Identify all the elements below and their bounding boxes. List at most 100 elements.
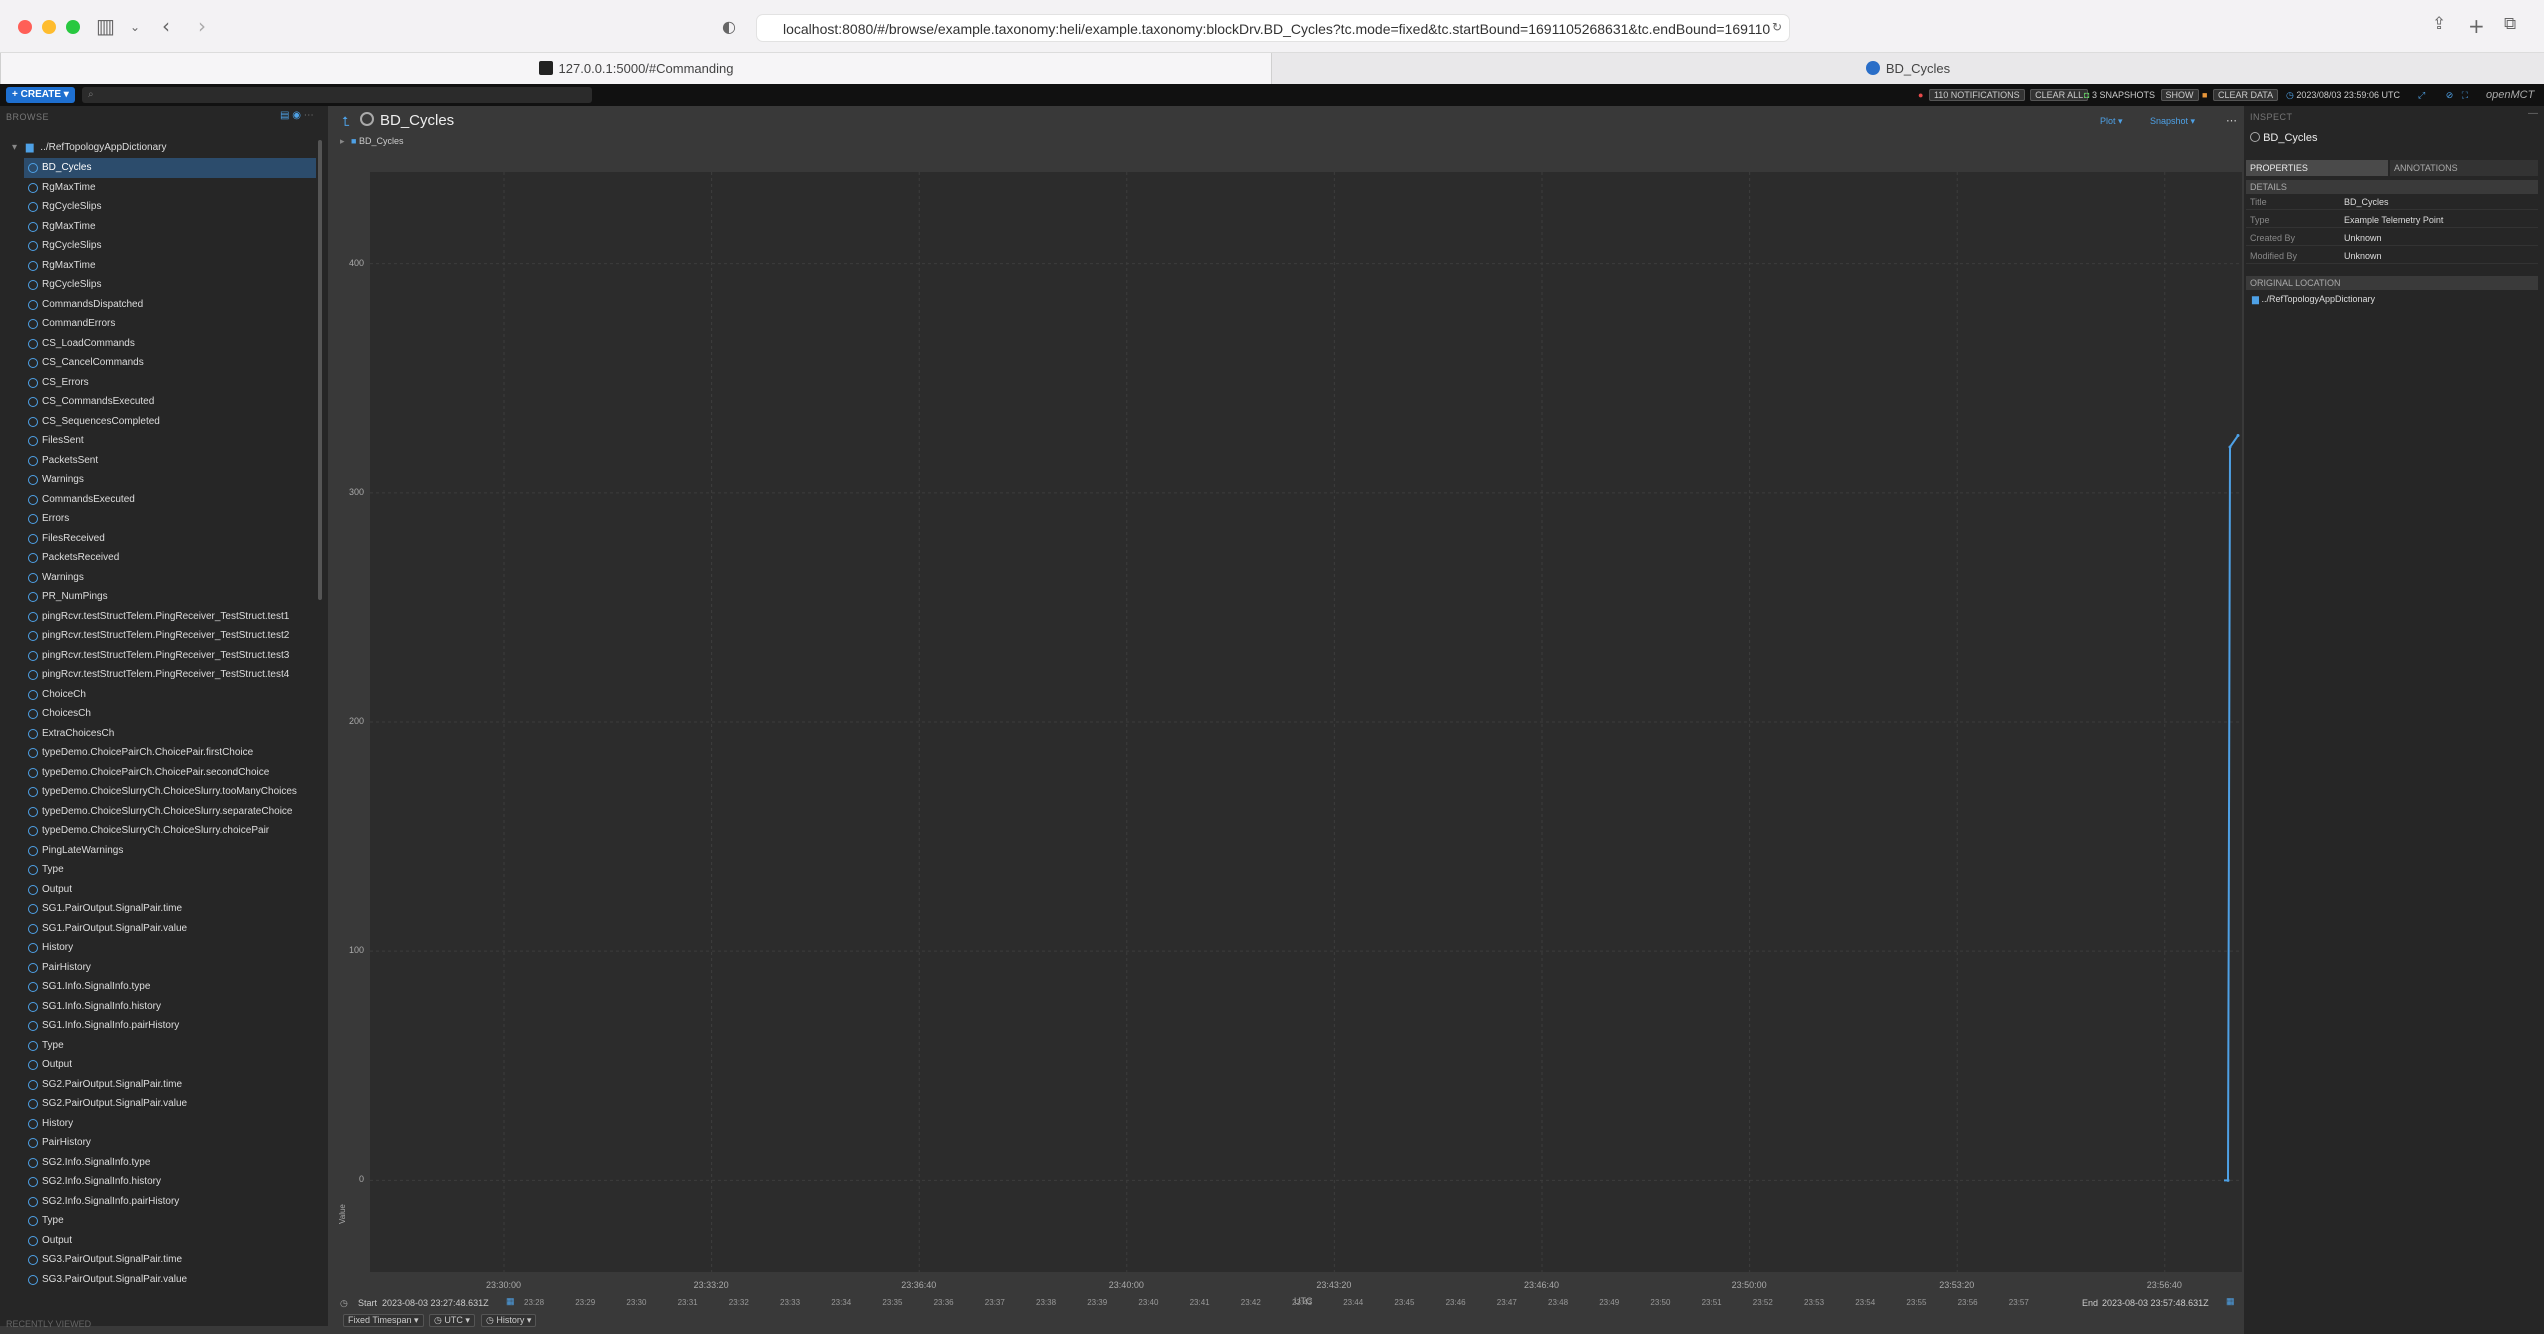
calendar-icon[interactable]: ▦ (2226, 1296, 2235, 1307)
brand-logo[interactable]: openMCT (2486, 87, 2534, 103)
tree-item[interactable]: SG1.Info.SignalInfo.history (24, 997, 316, 1017)
tab-overview-icon[interactable]: ⧉ (2504, 14, 2516, 34)
tree-item[interactable]: RgMaxTime (24, 256, 316, 276)
tree-item[interactable]: SG2.PairOutput.SignalPair.time (24, 1075, 316, 1095)
search-input[interactable]: ⌕ (82, 87, 592, 103)
mode-select[interactable]: Fixed Timespan ▾ (343, 1314, 424, 1327)
tree-item[interactable]: typeDemo.ChoicePairCh.ChoicePair.firstCh… (24, 743, 316, 763)
tree-item[interactable]: SG1.Info.SignalInfo.pairHistory (24, 1016, 316, 1036)
tree-item[interactable]: RgMaxTime (24, 217, 316, 237)
tree-item[interactable]: Output (24, 1231, 316, 1251)
tree-item[interactable]: CS_SequencesCompleted (24, 412, 316, 432)
close-window-button[interactable] (18, 20, 32, 34)
fullscreen-icon[interactable]: ⛶ (2462, 90, 2468, 100)
tree-item[interactable]: Type (24, 1036, 316, 1056)
tree-item[interactable]: PR_NumPings (24, 587, 316, 607)
view-switcher[interactable]: Plot ▾ (2100, 116, 2123, 127)
tree-item[interactable]: ChoiceCh (24, 685, 316, 705)
clear-data-button[interactable]: CLEAR DATA (2212, 89, 2279, 101)
tree-item[interactable]: SG1.PairOutput.SignalPair.value (24, 919, 316, 939)
tree-item[interactable]: pingRcvr.testStructTelem.PingReceiver_Te… (24, 607, 316, 627)
end-input[interactable]: 2023-08-03 23:57:48.631Z (2102, 1298, 2209, 1308)
expand-icon[interactable]: ⤢ (2418, 90, 2425, 100)
tree-item[interactable]: Type (24, 1211, 316, 1231)
tree-item[interactable]: History (24, 1114, 316, 1134)
back-icon[interactable]: ‹ (162, 14, 170, 38)
new-tab-icon[interactable]: + (2468, 14, 2485, 38)
tree-item[interactable]: PairHistory (24, 1133, 316, 1153)
tree-item[interactable]: History (24, 938, 316, 958)
legend-expand-icon[interactable]: ▸ (340, 136, 345, 146)
tree-item[interactable]: RgCycleSlips (24, 197, 316, 217)
tree-item[interactable]: CommandsExecuted (24, 490, 316, 510)
timesystem-select[interactable]: ◷ UTC ▾ (429, 1314, 475, 1327)
tab-annotations[interactable]: ANNOTATIONS (2390, 160, 2538, 176)
calendar-icon[interactable]: ▦ (506, 1296, 515, 1307)
tree-item[interactable]: FilesReceived (24, 529, 316, 549)
address-bar[interactable]: localhost:8080/#/browse/example.taxonomy… (756, 14, 1790, 42)
tree-item[interactable]: CS_Errors (24, 373, 316, 393)
tree-item[interactable]: PairHistory (24, 958, 316, 978)
snapshots-indicator[interactable]: ◘ 3 SNAPSHOTS SHOW (2084, 87, 2199, 103)
sync-icon[interactable]: ◉ (292, 110, 301, 121)
tree-item[interactable]: typeDemo.ChoiceSlurryCh.ChoiceSlurry.too… (24, 782, 316, 802)
create-button[interactable]: + CREATE ▾ (6, 87, 75, 103)
tree-item[interactable]: Warnings (24, 568, 316, 588)
tree-item[interactable]: ChoicesCh (24, 704, 316, 724)
tree-item[interactable]: PingLateWarnings (24, 841, 316, 861)
tree-item[interactable]: CommandErrors (24, 314, 316, 334)
original-location-link[interactable]: ▆ ../RefTopologyAppDictionary (2252, 294, 2375, 305)
tree-item[interactable]: SG2.Info.SignalInfo.history (24, 1172, 316, 1192)
tree-item[interactable]: typeDemo.ChoiceSlurryCh.ChoiceSlurry.cho… (24, 821, 316, 841)
tab-properties[interactable]: PROPERTIES (2246, 160, 2388, 176)
tree-item[interactable]: SG1.PairOutput.SignalPair.time (24, 899, 316, 919)
tree-item[interactable]: pingRcvr.testStructTelem.PingReceiver_Te… (24, 646, 316, 666)
tree-item[interactable]: CommandsDispatched (24, 295, 316, 315)
tree-item[interactable]: ExtraChoicesCh (24, 724, 316, 744)
expand-arrow-icon[interactable]: ▾ (12, 142, 17, 153)
tree-item[interactable]: SG3.PairOutput.SignalPair.value (24, 1270, 316, 1290)
link-icon[interactable]: ⊘ (2446, 90, 2454, 100)
chevron-down-icon[interactable]: ⌄ (130, 20, 140, 34)
history-select[interactable]: ◷ History ▾ (481, 1314, 537, 1327)
show-snapshots-button[interactable]: SHOW (2160, 89, 2199, 101)
tree-item[interactable]: CS_CancelCommands (24, 353, 316, 373)
more-options-icon[interactable]: ⋯ (2226, 114, 2237, 127)
tree-item[interactable]: Warnings (24, 470, 316, 490)
tree-item[interactable]: typeDemo.ChoicePairCh.ChoicePair.secondC… (24, 763, 316, 783)
tree-item[interactable]: SG1.Info.SignalInfo.type (24, 977, 316, 997)
sidebar-toggle-icon[interactable]: ▥ (96, 14, 115, 38)
tree-item[interactable]: SG3.PairOutput.SignalPair.time (24, 1250, 316, 1270)
tree-item[interactable]: Output (24, 880, 316, 900)
plot-area[interactable] (370, 172, 2242, 1272)
tree-scrollbar[interactable] (318, 140, 322, 600)
plot-legend[interactable]: ▸ ■ BD_Cycles (340, 136, 404, 147)
tree-item[interactable]: CS_LoadCommands (24, 334, 316, 354)
tree-item[interactable]: PacketsReceived (24, 548, 316, 568)
new-window-icon[interactable]: ▤ (280, 110, 289, 121)
notifications-indicator[interactable]: ● 110 NOTIFICATIONS CLEAR ALL (1918, 87, 2089, 103)
minimize-window-button[interactable] (42, 20, 56, 34)
tree-item[interactable]: RgCycleSlips (24, 275, 316, 295)
tab-commanding[interactable]: 127.0.0.1:5000/#Commanding (0, 53, 1272, 85)
tree-item[interactable]: CS_CommandsExecuted (24, 392, 316, 412)
tree-item[interactable]: SG2.Info.SignalInfo.pairHistory (24, 1192, 316, 1212)
tree-item[interactable]: FilesSent (24, 431, 316, 451)
collapse-icon[interactable]: — (2528, 108, 2538, 119)
nav-up-icon[interactable]: ⮤ (342, 114, 350, 130)
notifications-count[interactable]: 110 NOTIFICATIONS (1928, 89, 2025, 101)
reload-icon[interactable]: ↻ (1772, 20, 1782, 34)
tree-item[interactable]: PacketsSent (24, 451, 316, 471)
start-input[interactable]: 2023-08-03 23:27:48.631Z (382, 1298, 489, 1308)
forward-icon[interactable]: › (198, 14, 206, 38)
conductor-axis[interactable]: 23:28 23:29 23:30 23:31 23:32 23:33 23:34 23:35… (524, 1296, 2224, 1310)
tree-item[interactable]: Output (24, 1055, 316, 1075)
clear-data-indicator[interactable]: ■ CLEAR DATA (2202, 87, 2279, 103)
more-icon[interactable]: ⋯ (304, 110, 314, 121)
tree-item[interactable]: SG2.PairOutput.SignalPair.value (24, 1094, 316, 1114)
clear-all-button[interactable]: CLEAR ALL (2030, 89, 2089, 101)
tree-item[interactable]: pingRcvr.testStructTelem.PingReceiver_Te… (24, 626, 316, 646)
tree-root[interactable]: ▾ ▆ ../RefTopologyAppDictionary (12, 142, 166, 153)
tab-bd-cycles[interactable]: BD_Cycles (1272, 53, 2544, 85)
zoom-window-button[interactable] (66, 20, 80, 34)
